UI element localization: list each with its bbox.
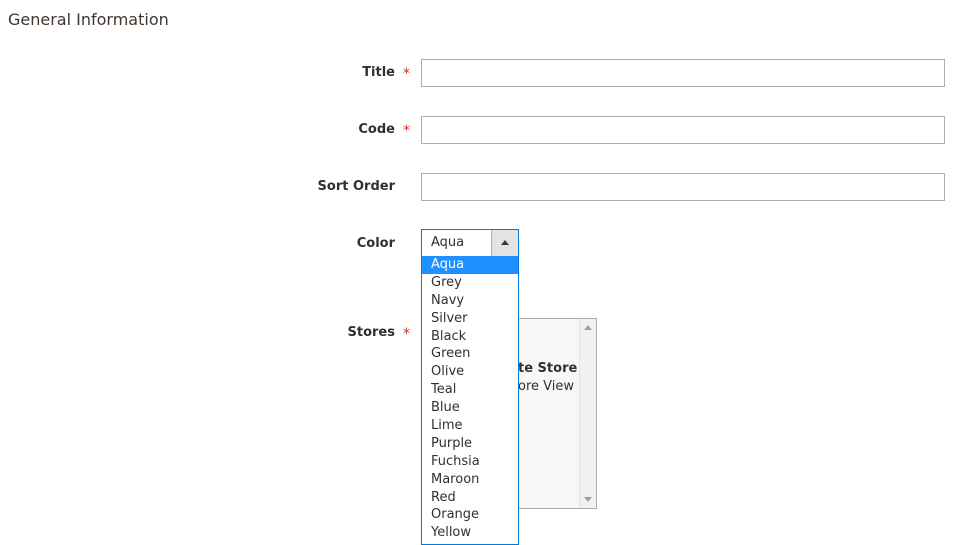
color-option[interactable]: Olive [422,363,518,381]
color-option[interactable]: Red [422,489,518,507]
stores-required-mark: * [403,326,410,342]
scroll-down-icon[interactable] [584,497,592,502]
color-option[interactable]: Fuchsia [422,453,518,471]
color-option[interactable]: Lime [422,417,518,435]
color-option[interactable]: Purple [422,435,518,453]
color-dropdown-list[interactable]: Aqua Grey Navy Silver Black Green Olive Teal Blu… [421,256,519,545]
color-option[interactable]: Black [422,328,518,346]
stores-option-group[interactable]: te Store [518,361,577,376]
color-option[interactable]: Silver [422,310,518,328]
color-option[interactable]: Teal [422,381,518,399]
title-required-mark: * [403,66,410,82]
code-required-mark: * [403,123,410,139]
sort-order-input[interactable] [421,173,945,201]
color-select-toggle[interactable] [491,230,518,256]
color-option[interactable]: Green [422,345,518,363]
color-option[interactable]: Orange [422,506,518,524]
color-option[interactable]: Navy [422,292,518,310]
color-select-value: Aqua [431,235,465,250]
color-select[interactable]: Aqua [421,229,519,257]
title-label: Title [362,65,395,80]
chevron-up-icon [501,240,509,245]
color-option[interactable]: Yellow [422,524,518,542]
scroll-up-icon[interactable] [584,325,592,330]
stores-option-view[interactable]: ore View [518,379,574,394]
stores-scrollbar[interactable] [579,319,596,508]
sort-order-label: Sort Order [317,179,395,194]
code-label: Code [358,122,395,137]
title-input[interactable] [421,59,945,87]
stores-label: Stores [347,325,395,340]
code-input[interactable] [421,116,945,144]
color-option[interactable]: Maroon [422,471,518,489]
section-title: General Information [8,10,169,29]
color-option[interactable]: Grey [422,274,518,292]
color-option[interactable]: Aqua [422,256,518,274]
color-label: Color [356,236,395,251]
color-option[interactable]: Blue [422,399,518,417]
